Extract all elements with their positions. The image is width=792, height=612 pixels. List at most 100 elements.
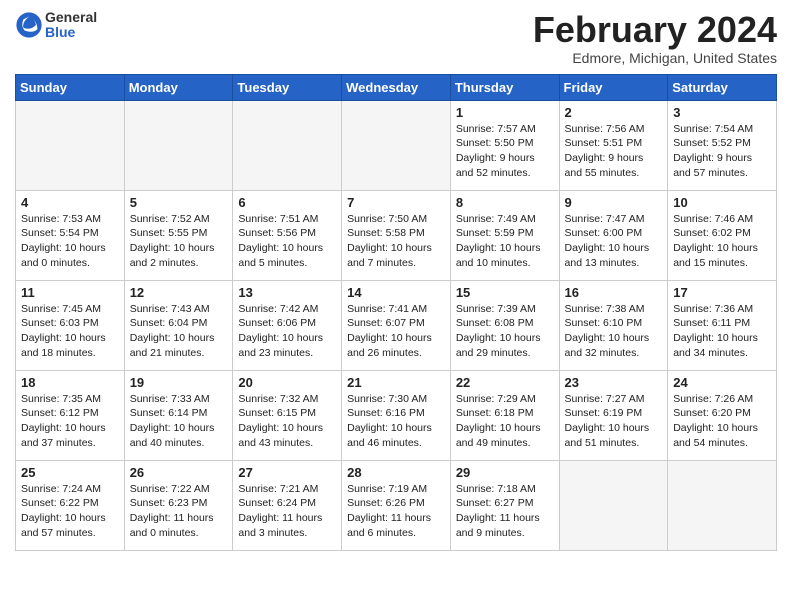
weekday-header: Tuesday	[233, 74, 342, 100]
calendar-cell: 13 Sunrise: 7:42 AM Sunset: 6:06 PM Dayli…	[233, 280, 342, 370]
day-info: Sunrise: 7:53 AM Sunset: 5:54 PM Dayligh…	[21, 212, 119, 271]
calendar-cell: 23Sunrise: 7:27 AM Sunset: 6:19 PM Dayli…	[559, 370, 668, 460]
page-header: General Blue February 2024 Edmore, Michi…	[15, 10, 777, 66]
day-info: Sunrise: 7:33 AM Sunset: 6:14 PM Dayligh…	[130, 392, 228, 451]
day-number: 27	[238, 465, 336, 480]
location: Edmore, Michigan, United States	[533, 50, 777, 66]
day-number: 4	[21, 195, 119, 210]
day-info: Sunrise: 7:47 AM Sunset: 6:00 PM Dayligh…	[565, 212, 663, 271]
day-info: Sunrise: 7:38 AM Sunset: 6:10 PM Dayligh…	[565, 302, 663, 361]
day-info: Sunrise: 7:42 AM Sunset: 6:06 PM Dayligh…	[238, 302, 336, 361]
day-number: 24	[673, 375, 771, 390]
day-info: Sunrise: 7:22 AM Sunset: 6:23 PM Dayligh…	[130, 482, 228, 541]
calendar-cell	[668, 460, 777, 550]
day-number: 12	[130, 285, 228, 300]
day-number: 15	[456, 285, 554, 300]
weekday-header: Thursday	[450, 74, 559, 100]
calendar-cell: 21 Sunrise: 7:30 AM Sunset: 6:16 PM Dayli…	[342, 370, 451, 460]
calendar-week-row: 1Sunrise: 7:57 AM Sunset: 5:50 PM Daylig…	[16, 100, 777, 190]
logo-icon	[15, 11, 43, 39]
calendar-cell	[342, 100, 451, 190]
calendar-cell: 18 Sunrise: 7:35 AM Sunset: 6:12 PM Dayli…	[16, 370, 125, 460]
day-number: 21	[347, 375, 445, 390]
calendar-cell: 10 Sunrise: 7:46 AM Sunset: 6:02 PM Dayli…	[668, 190, 777, 280]
calendar-cell: 7 Sunrise: 7:50 AM Sunset: 5:58 PM Daylig…	[342, 190, 451, 280]
day-info: Sunrise: 7:52 AM Sunset: 5:55 PM Dayligh…	[130, 212, 228, 271]
day-info: Sunrise: 7:35 AM Sunset: 6:12 PM Dayligh…	[21, 392, 119, 451]
calendar-cell: 27 Sunrise: 7:21 AM Sunset: 6:24 PM Dayli…	[233, 460, 342, 550]
calendar-cell: 28Sunrise: 7:19 AM Sunset: 6:26 PM Dayli…	[342, 460, 451, 550]
day-number: 6	[238, 195, 336, 210]
calendar-cell: 11 Sunrise: 7:45 AM Sunset: 6:03 PM Dayli…	[16, 280, 125, 370]
day-info: Sunrise: 7:54 AM Sunset: 5:52 PM Dayligh…	[673, 122, 771, 181]
day-info: Sunrise: 7:45 AM Sunset: 6:03 PM Dayligh…	[21, 302, 119, 361]
day-info: Sunrise: 7:30 AM Sunset: 6:16 PM Dayligh…	[347, 392, 445, 451]
calendar-week-row: 11 Sunrise: 7:45 AM Sunset: 6:03 PM Dayli…	[16, 280, 777, 370]
calendar-cell: 26 Sunrise: 7:22 AM Sunset: 6:23 PM Dayli…	[124, 460, 233, 550]
day-number: 3	[673, 105, 771, 120]
day-number: 11	[21, 285, 119, 300]
day-number: 9	[565, 195, 663, 210]
day-number: 13	[238, 285, 336, 300]
calendar-cell: 14 Sunrise: 7:41 AM Sunset: 6:07 PM Dayli…	[342, 280, 451, 370]
day-info: Sunrise: 7:46 AM Sunset: 6:02 PM Dayligh…	[673, 212, 771, 271]
calendar-cell: 2 Sunrise: 7:56 AM Sunset: 5:51 PM Daylig…	[559, 100, 668, 190]
day-number: 26	[130, 465, 228, 480]
day-number: 10	[673, 195, 771, 210]
day-number: 19	[130, 375, 228, 390]
weekday-header: Monday	[124, 74, 233, 100]
calendar-header-row: SundayMondayTuesdayWednesdayThursdayFrid…	[16, 74, 777, 100]
day-info: Sunrise: 7:27 AM Sunset: 6:19 PM Dayligh…	[565, 392, 663, 451]
day-number: 25	[21, 465, 119, 480]
day-number: 5	[130, 195, 228, 210]
day-info: Sunrise: 7:32 AM Sunset: 6:15 PM Dayligh…	[238, 392, 336, 451]
calendar-cell: 29 Sunrise: 7:18 AM Sunset: 6:27 PM Dayli…	[450, 460, 559, 550]
calendar-cell	[124, 100, 233, 190]
calendar-cell: 12Sunrise: 7:43 AM Sunset: 6:04 PM Dayli…	[124, 280, 233, 370]
calendar-cell: 25 Sunrise: 7:24 AM Sunset: 6:22 PM Dayli…	[16, 460, 125, 550]
day-number: 14	[347, 285, 445, 300]
weekday-header: Friday	[559, 74, 668, 100]
month-year: February 2024	[533, 10, 777, 50]
day-number: 22	[456, 375, 554, 390]
day-number: 16	[565, 285, 663, 300]
calendar-cell: 6 Sunrise: 7:51 AM Sunset: 5:56 PM Daylig…	[233, 190, 342, 280]
calendar-cell: 15 Sunrise: 7:39 AM Sunset: 6:08 PM Dayli…	[450, 280, 559, 370]
calendar-cell	[559, 460, 668, 550]
day-number: 18	[21, 375, 119, 390]
day-info: Sunrise: 7:21 AM Sunset: 6:24 PM Dayligh…	[238, 482, 336, 541]
weekday-header: Saturday	[668, 74, 777, 100]
title-block: February 2024 Edmore, Michigan, United S…	[533, 10, 777, 66]
calendar-cell: 9 Sunrise: 7:47 AM Sunset: 6:00 PM Daylig…	[559, 190, 668, 280]
day-info: Sunrise: 7:26 AM Sunset: 6:20 PM Dayligh…	[673, 392, 771, 451]
calendar-cell: 4 Sunrise: 7:53 AM Sunset: 5:54 PM Daylig…	[16, 190, 125, 280]
calendar-cell: 8 Sunrise: 7:49 AM Sunset: 5:59 PM Daylig…	[450, 190, 559, 280]
day-info: Sunrise: 7:24 AM Sunset: 6:22 PM Dayligh…	[21, 482, 119, 541]
day-info: Sunrise: 7:49 AM Sunset: 5:59 PM Dayligh…	[456, 212, 554, 271]
day-number: 7	[347, 195, 445, 210]
calendar-cell: 19 Sunrise: 7:33 AM Sunset: 6:14 PM Dayli…	[124, 370, 233, 460]
day-info: Sunrise: 7:56 AM Sunset: 5:51 PM Dayligh…	[565, 122, 663, 181]
day-number: 29	[456, 465, 554, 480]
calendar-cell: 17Sunrise: 7:36 AM Sunset: 6:11 PM Dayli…	[668, 280, 777, 370]
day-info: Sunrise: 7:18 AM Sunset: 6:27 PM Dayligh…	[456, 482, 554, 541]
day-info: Sunrise: 7:19 AM Sunset: 6:26 PM Dayligh…	[347, 482, 445, 541]
day-info: Sunrise: 7:41 AM Sunset: 6:07 PM Dayligh…	[347, 302, 445, 361]
calendar-cell: 5 Sunrise: 7:52 AM Sunset: 5:55 PM Daylig…	[124, 190, 233, 280]
calendar-cell: 22Sunrise: 7:29 AM Sunset: 6:18 PM Dayli…	[450, 370, 559, 460]
calendar-cell: 16 Sunrise: 7:38 AM Sunset: 6:10 PM Dayli…	[559, 280, 668, 370]
day-number: 8	[456, 195, 554, 210]
calendar-cell: 20Sunrise: 7:32 AM Sunset: 6:15 PM Dayli…	[233, 370, 342, 460]
calendar-cell: 24 Sunrise: 7:26 AM Sunset: 6:20 PM Dayli…	[668, 370, 777, 460]
day-info: Sunrise: 7:50 AM Sunset: 5:58 PM Dayligh…	[347, 212, 445, 271]
calendar-cell: 3 Sunrise: 7:54 AM Sunset: 5:52 PM Daylig…	[668, 100, 777, 190]
weekday-header: Wednesday	[342, 74, 451, 100]
calendar-cell	[16, 100, 125, 190]
logo: General Blue	[15, 10, 97, 41]
day-info: Sunrise: 7:39 AM Sunset: 6:08 PM Dayligh…	[456, 302, 554, 361]
day-number: 2	[565, 105, 663, 120]
calendar-week-row: 25 Sunrise: 7:24 AM Sunset: 6:22 PM Dayli…	[16, 460, 777, 550]
day-info: Sunrise: 7:51 AM Sunset: 5:56 PM Dayligh…	[238, 212, 336, 271]
calendar-week-row: 4 Sunrise: 7:53 AM Sunset: 5:54 PM Daylig…	[16, 190, 777, 280]
calendar: SundayMondayTuesdayWednesdayThursdayFrid…	[15, 74, 777, 551]
